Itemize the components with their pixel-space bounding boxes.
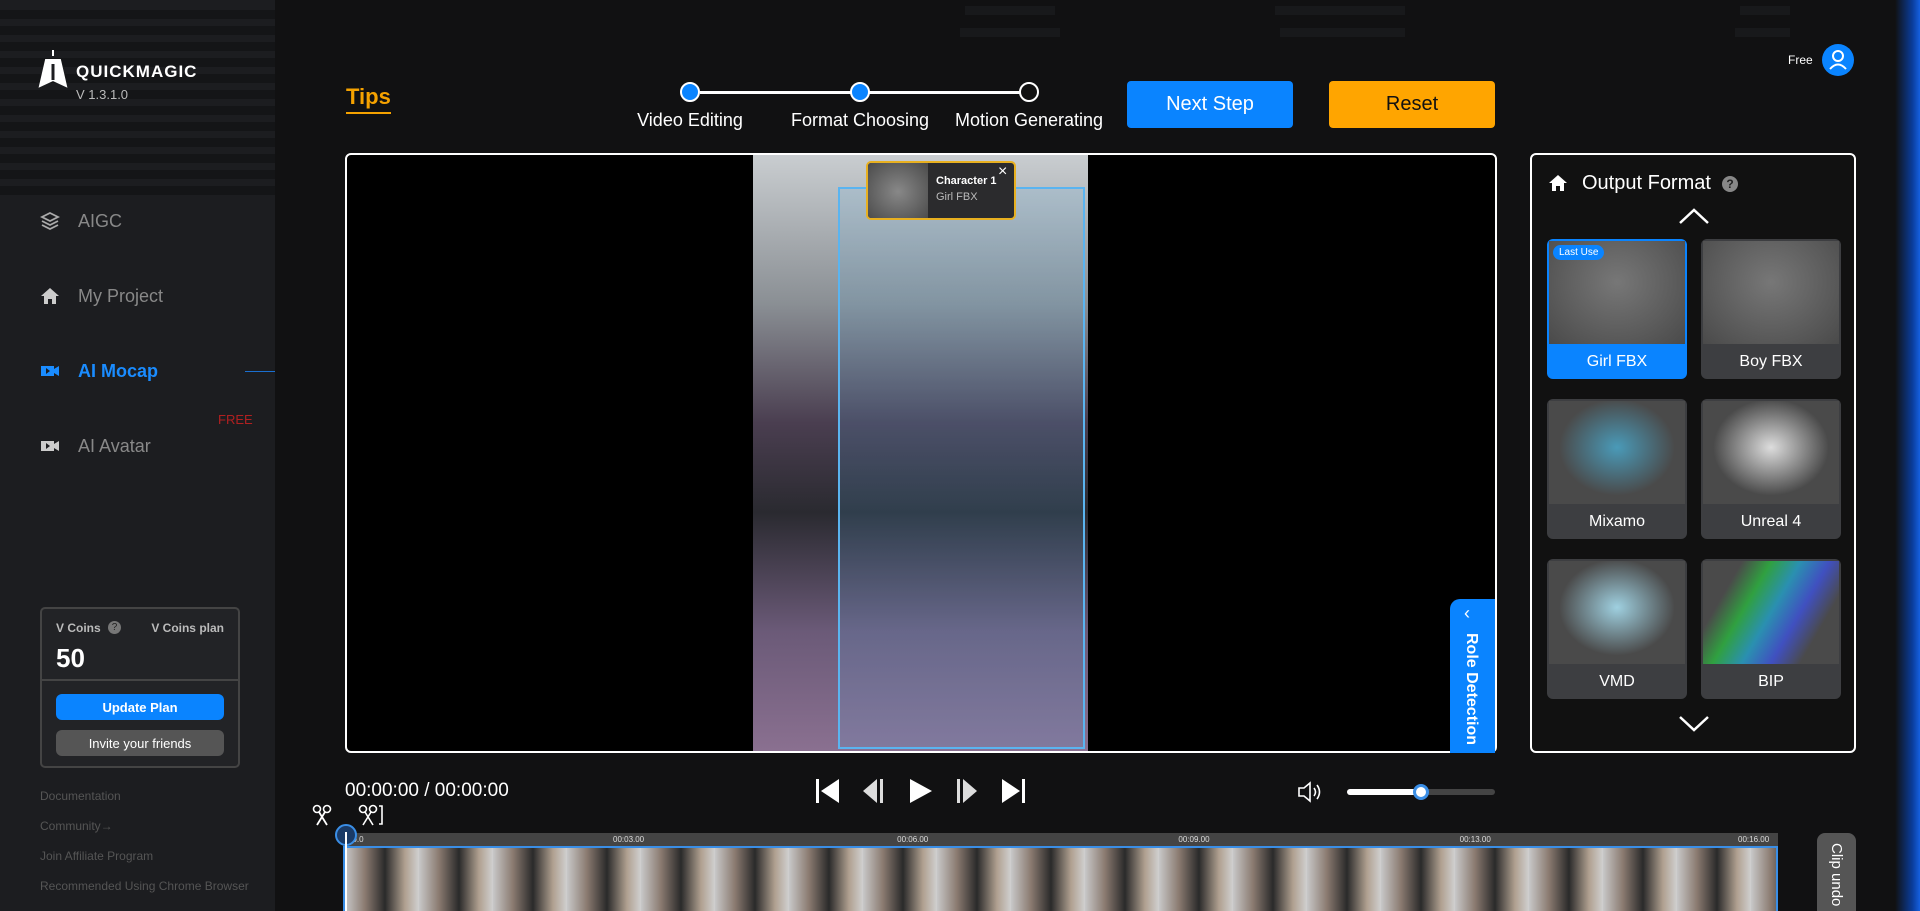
- timeline-thumbnails[interactable]: [343, 846, 1778, 911]
- character-title: Character 1: [936, 175, 997, 187]
- brand-name: QUICKMAGIC: [76, 62, 198, 81]
- layers-icon: [40, 211, 60, 231]
- format-preview: [1549, 561, 1685, 664]
- sidebar-item-aigc[interactable]: AIGC: [40, 206, 122, 236]
- volume-knob[interactable]: [1413, 784, 1429, 800]
- affiliate-link[interactable]: Join Affiliate Program: [40, 849, 153, 863]
- chevron-up-icon[interactable]: [1678, 207, 1710, 225]
- active-indicator: [245, 371, 275, 372]
- last-use-badge: Last Use: [1553, 245, 1605, 260]
- skip-to-start-icon[interactable]: [813, 776, 843, 806]
- step-dot-format-choosing: [850, 82, 870, 102]
- sidebar-item-label: My Project: [78, 285, 164, 306]
- timeline-tick: 00:13.00: [1459, 835, 1491, 844]
- character-thumbnail: [868, 163, 928, 218]
- volume-icon[interactable]: [1296, 780, 1324, 804]
- update-plan-button[interactable]: Update Plan: [56, 694, 224, 720]
- format-label: VMD: [1599, 672, 1635, 690]
- clip-undo-button[interactable]: Clip undo: [1817, 833, 1856, 911]
- format-label: Mixamo: [1588, 512, 1645, 530]
- format-preview: [1703, 561, 1839, 664]
- format-preview: [1703, 241, 1839, 344]
- video-camera-icon: [41, 366, 59, 376]
- playback-time: 00:00:00 / 00:00:00: [345, 780, 509, 801]
- browser-recommendation: Recommended Using Chrome Browser: [40, 879, 249, 893]
- edge-glow: [1895, 0, 1920, 911]
- format-card-girl-fbx[interactable]: Last Use Girl FBX: [1547, 239, 1687, 379]
- timeline-ruler[interactable]: 00:00.0 00:03.00 00:06.00 00:09.00 00:13…: [337, 833, 1778, 846]
- help-icon[interactable]: ?: [108, 621, 121, 634]
- step-dot-video-editing: [680, 82, 700, 102]
- video-preview[interactable]: Character 1 Girl FBX × ‹ Role Detection: [345, 153, 1497, 753]
- coins-plan-link[interactable]: V Coins plan: [151, 621, 224, 635]
- video-camera-icon: [41, 441, 59, 451]
- timeline-tick: 00:03.00: [612, 835, 645, 844]
- reset-button[interactable]: Reset: [1329, 81, 1495, 128]
- free-badge: FREE: [218, 412, 253, 427]
- chevron-left-icon: ‹: [1464, 603, 1470, 623]
- character-tag[interactable]: Character 1 Girl FBX ×: [866, 161, 1016, 220]
- timeline-tick: 00:09.00: [1178, 835, 1210, 844]
- format-card-mixamo[interactable]: Mixamo: [1547, 399, 1687, 539]
- step-label: Video Editing: [637, 110, 743, 130]
- chevron-down-icon[interactable]: [1678, 715, 1710, 733]
- output-format-panel: Output Format ? Last Use Girl FBX Boy FBX…: [1530, 153, 1856, 753]
- format-label: Girl FBX: [1586, 352, 1648, 370]
- home-icon: [1549, 175, 1567, 191]
- coins-card: V Coins ? V Coins plan 50 Update Plan In…: [40, 607, 240, 768]
- sidebar-item-ai-avatar[interactable]: AI Avatar: [40, 431, 151, 461]
- scissors-bracket-icon[interactable]: [358, 804, 384, 826]
- format-label: Unreal 4: [1740, 512, 1802, 530]
- character-bounding-box[interactable]: [838, 187, 1085, 749]
- community-link[interactable]: Community→: [40, 819, 113, 833]
- home-icon: [41, 288, 59, 304]
- format-card-vmd[interactable]: VMD: [1547, 559, 1687, 699]
- coins-label: V Coins: [56, 621, 101, 635]
- tips-link[interactable]: Tips: [346, 84, 391, 114]
- format-card-bip[interactable]: BIP: [1701, 559, 1841, 699]
- output-format-title: Output Format: [1582, 172, 1711, 194]
- sidebar-item-label: AIGC: [78, 210, 123, 231]
- previous-frame-icon[interactable]: [859, 776, 889, 806]
- format-label: Boy FBX: [1739, 352, 1803, 370]
- volume-fill: [1347, 789, 1421, 795]
- close-icon[interactable]: ×: [998, 163, 1007, 181]
- sidebar-item-label: AI Mocap: [78, 360, 159, 381]
- role-detection-tab[interactable]: ‹ Role Detection: [1450, 599, 1495, 753]
- play-icon[interactable]: [905, 776, 935, 806]
- user-plan: Free: [1788, 53, 1813, 67]
- next-step-button[interactable]: Next Step: [1127, 81, 1293, 128]
- sidebar-item-my-project[interactable]: My Project: [40, 281, 163, 311]
- quickmagic-logo-icon: [38, 50, 68, 88]
- app-version: V 1.3.1.0: [76, 87, 129, 102]
- next-frame-icon[interactable]: [951, 776, 981, 806]
- user-avatar[interactable]: [1822, 44, 1854, 76]
- format-card-boy-fbx[interactable]: Boy FBX: [1701, 239, 1841, 379]
- playhead-line: [345, 832, 347, 911]
- help-icon[interactable]: ?: [1722, 176, 1738, 192]
- format-card-unreal-4[interactable]: Unreal 4: [1701, 399, 1841, 539]
- volume-slider[interactable]: [1347, 784, 1495, 800]
- sidebar-item-label: AI Avatar: [78, 435, 151, 456]
- step-dot-motion-generating: [1019, 82, 1039, 102]
- format-preview: [1703, 401, 1839, 504]
- user-icon: [1829, 50, 1847, 70]
- scissors-icon[interactable]: [312, 804, 332, 826]
- coins-value: 50: [56, 643, 85, 673]
- timeline-tick: 00:06.00: [897, 835, 929, 844]
- step-label: Format Choosing: [790, 110, 930, 130]
- format-preview: [1549, 401, 1685, 504]
- character-format: Girl FBX: [936, 191, 978, 203]
- invite-friends-button[interactable]: Invite your friends: [56, 730, 224, 756]
- clip-undo-label: Clip undo: [1828, 843, 1845, 907]
- timeline-tick: 00:16.00: [1738, 835, 1770, 844]
- step-label: Motion Generating: [954, 110, 1104, 130]
- role-detection-label: Role Detection: [1463, 633, 1480, 746]
- skip-to-end-icon[interactable]: [998, 776, 1028, 806]
- documentation-link[interactable]: Documentation: [40, 789, 121, 803]
- format-label: BIP: [1758, 672, 1784, 690]
- sidebar-item-ai-mocap[interactable]: AI Mocap: [40, 356, 158, 386]
